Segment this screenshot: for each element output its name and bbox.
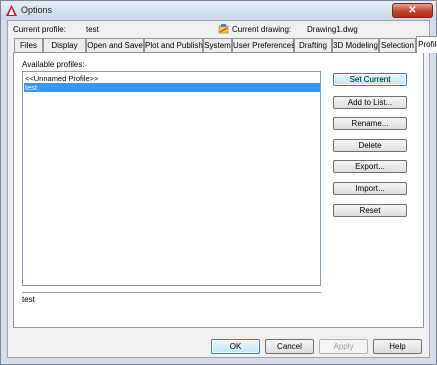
tab-selection[interactable]: Selection xyxy=(379,38,416,52)
tab-drafting[interactable]: Drafting xyxy=(294,38,332,52)
tab-files[interactable]: Files xyxy=(14,38,43,52)
profile-description-text: test xyxy=(22,295,35,304)
cancel-button[interactable]: Cancel xyxy=(265,339,314,354)
apply-button[interactable]: Apply xyxy=(319,339,368,354)
tab-user-preferences[interactable]: User Preferences xyxy=(232,38,296,52)
reset-button[interactable]: Reset xyxy=(333,204,407,217)
set-current-button[interactable]: Set Current xyxy=(333,73,407,86)
close-button[interactable]: ✕ xyxy=(392,3,433,18)
export-button[interactable]: Export... xyxy=(333,160,407,173)
delete-button[interactable]: Delete xyxy=(333,139,407,152)
tab-label: System xyxy=(204,41,231,50)
tab-plot-and-publish[interactable]: Plot and Publish xyxy=(144,38,203,52)
drawing-icon xyxy=(218,24,229,34)
title-bar[interactable]: Options ✕ xyxy=(1,1,436,20)
tab-label: Files xyxy=(20,41,37,50)
tab-label: Selection xyxy=(381,41,414,50)
window-title: Options xyxy=(21,5,53,15)
tab-display[interactable]: Display xyxy=(43,38,86,52)
ok-button[interactable]: OK xyxy=(211,339,260,354)
current-profile-value: test xyxy=(86,25,99,34)
current-profile-label: Current profile: xyxy=(13,25,66,34)
app-icon xyxy=(6,5,17,16)
tab-label: Profiles xyxy=(418,40,437,49)
available-profiles-label: Available profiles: xyxy=(22,60,85,69)
tab-open-and-save[interactable]: Open and Save xyxy=(86,38,144,52)
help-button[interactable]: Help xyxy=(373,339,422,354)
close-icon: ✕ xyxy=(408,5,417,16)
tab-label: Open and Save xyxy=(87,41,143,50)
tab-label: 3D Modeling xyxy=(333,41,378,50)
tab-3d-modeling[interactable]: 3D Modeling xyxy=(332,38,379,52)
tab-label: Plot and Publish xyxy=(145,41,203,50)
profile-description: test xyxy=(22,292,321,323)
current-drawing-value: Drawing1.dwg xyxy=(307,25,358,34)
add-to-list-button[interactable]: Add to List... xyxy=(333,96,407,109)
tab-system[interactable]: System xyxy=(203,38,232,52)
current-drawing-label: Current drawing: xyxy=(232,25,292,34)
tab-profiles[interactable]: Profiles xyxy=(416,36,437,53)
tab-label: Drafting xyxy=(298,41,327,50)
profiles-list[interactable]: <<Unnamed Profile>> test xyxy=(22,71,321,286)
import-button[interactable]: Import... xyxy=(333,182,407,195)
list-item[interactable]: <<Unnamed Profile>> xyxy=(24,74,320,83)
rename-button[interactable]: Rename... xyxy=(333,117,407,130)
tab-label: User Preferences xyxy=(233,41,296,50)
list-item-selected[interactable]: test xyxy=(24,83,320,92)
tab-label: Display xyxy=(51,41,78,50)
